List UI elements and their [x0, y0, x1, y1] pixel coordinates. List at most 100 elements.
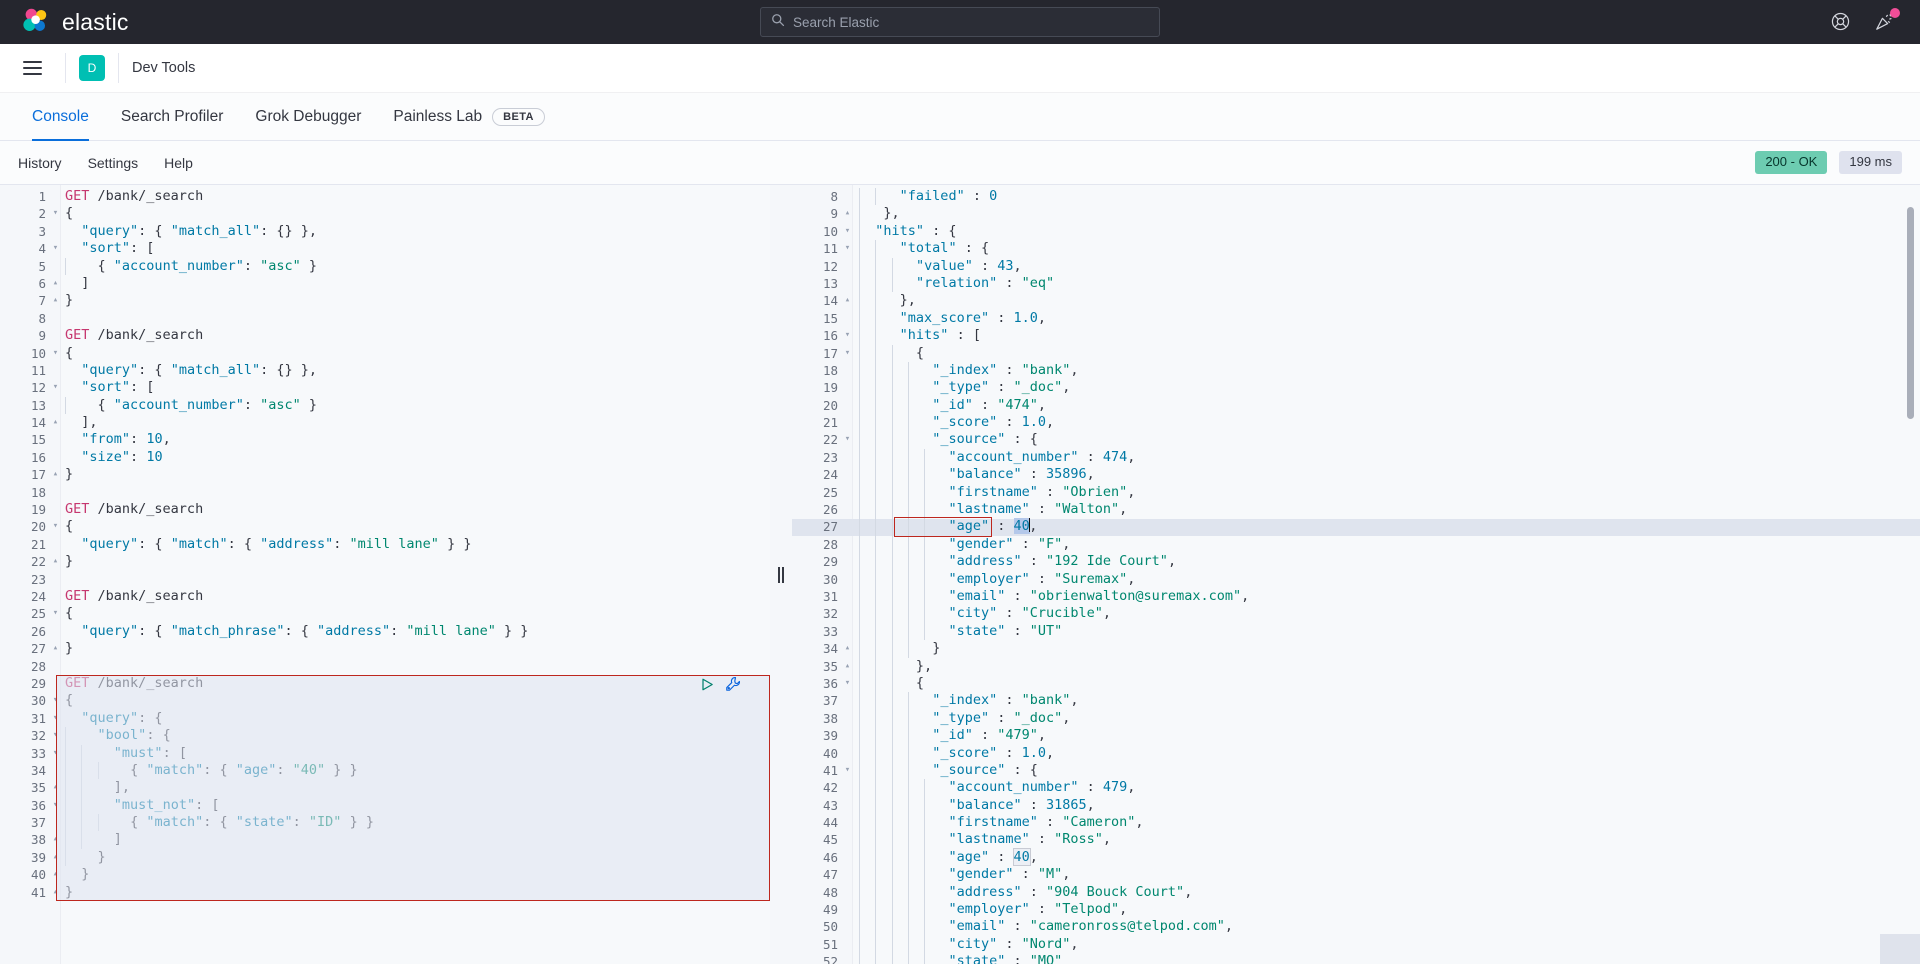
fold-toggle-icon[interactable]: ▴ — [50, 884, 61, 901]
code-line[interactable]: 35▴ ], — [0, 779, 770, 796]
tab-search-profiler[interactable]: Search Profiler — [105, 93, 240, 140]
code-line[interactable]: 27▴} — [0, 640, 770, 657]
code-line[interactable]: 33▾ "must": [ — [0, 745, 770, 762]
code-line[interactable]: 16▾ "hits" : [ — [792, 327, 1920, 344]
code-line[interactable]: 13 { "account_number": "asc" } — [0, 397, 770, 414]
code-line[interactable]: 28 "gender" : "F", — [792, 536, 1920, 553]
code-line[interactable]: 9▴ }, — [792, 205, 1920, 222]
code-line[interactable]: 31 "email" : "obrienwalton@suremax.com", — [792, 588, 1920, 605]
code-line[interactable]: 30 "employer" : "Suremax", — [792, 571, 1920, 588]
code-line[interactable]: 20 "_id" : "474", — [792, 397, 1920, 414]
code-line[interactable]: 15 "max_score" : 1.0, — [792, 310, 1920, 327]
menu-icon[interactable] — [12, 48, 52, 88]
code-line[interactable]: 12▾ "sort": [ — [0, 379, 770, 396]
pane-splitter[interactable] — [770, 185, 792, 964]
search-input-placeholder[interactable]: Search Elastic — [793, 15, 879, 30]
wrench-icon[interactable] — [725, 676, 741, 692]
tab-grok-debugger[interactable]: Grok Debugger — [239, 93, 377, 140]
code-line[interactable]: 25 "firstname" : "Obrien", — [792, 484, 1920, 501]
app-avatar[interactable]: D — [79, 55, 105, 81]
code-line[interactable]: 11▾ "total" : { — [792, 240, 1920, 257]
code-line[interactable]: 21 "_score" : 1.0, — [792, 414, 1920, 431]
fold-toggle-icon[interactable]: ▴ — [50, 866, 61, 883]
fold-toggle-icon[interactable]: ▾ — [50, 205, 61, 222]
code-line[interactable]: 42 "account_number" : 479, — [792, 779, 1920, 796]
code-line[interactable]: 48 "address" : "904 Bouck Court", — [792, 884, 1920, 901]
help-icon[interactable] — [1830, 11, 1852, 33]
code-line[interactable]: 8 "failed" : 0 — [792, 188, 1920, 205]
code-line[interactable]: 35▴ }, — [792, 658, 1920, 675]
code-line[interactable]: 14▴ }, — [792, 292, 1920, 309]
fold-toggle-icon[interactable]: ▾ — [50, 379, 61, 396]
fold-toggle-icon[interactable]: ▾ — [842, 675, 853, 692]
code-line[interactable]: 49 "employer" : "Telpod", — [792, 901, 1920, 918]
code-line[interactable]: 30▾{ — [0, 692, 770, 709]
request-editor[interactable]: 1GET /bank/_search2▾{3 "query": { "match… — [0, 185, 770, 964]
response-editor-pane[interactable]: 8 "failed" : 09▴ },10▾ "hits" : {11▾ "to… — [792, 185, 1920, 964]
code-line[interactable]: 39▴ } — [0, 849, 770, 866]
code-line[interactable]: 32▾ "bool": { — [0, 727, 770, 744]
code-line[interactable]: 23 — [0, 571, 770, 588]
request-editor-pane[interactable]: 1GET /bank/_search2▾{3 "query": { "match… — [0, 185, 770, 964]
settings-button[interactable]: Settings — [88, 155, 139, 171]
fold-toggle-icon[interactable]: ▴ — [842, 658, 853, 675]
fold-toggle-icon[interactable]: ▴ — [50, 292, 61, 309]
fold-toggle-icon[interactable]: ▴ — [50, 553, 61, 570]
fold-toggle-icon[interactable]: ▾ — [842, 431, 853, 448]
fold-toggle-icon[interactable]: ▾ — [50, 727, 61, 744]
code-line[interactable]: 7▴} — [0, 292, 770, 309]
code-line[interactable]: 28 — [0, 658, 770, 675]
global-search[interactable]: Search Elastic — [760, 7, 1160, 37]
fold-toggle-icon[interactable]: ▴ — [50, 831, 61, 848]
fold-toggle-icon[interactable]: ▾ — [50, 240, 61, 257]
code-line[interactable]: 18 "_index" : "bank", — [792, 362, 1920, 379]
fold-toggle-icon[interactable]: ▴ — [50, 640, 61, 657]
code-line[interactable]: 27 "age" : 40, — [792, 518, 1920, 535]
code-line[interactable]: 1GET /bank/_search — [0, 188, 770, 205]
code-line[interactable]: 50 "email" : "cameronross@telpod.com", — [792, 918, 1920, 935]
code-line[interactable]: 19 "_type" : "_doc", — [792, 379, 1920, 396]
fold-toggle-icon[interactable]: ▾ — [842, 762, 853, 779]
fold-toggle-icon[interactable]: ▾ — [50, 710, 61, 727]
code-line[interactable]: 11 "query": { "match_all": {} }, — [0, 362, 770, 379]
code-line[interactable]: 43 "balance" : 31865, — [792, 797, 1920, 814]
code-line[interactable]: 36▾ "must_not": [ — [0, 797, 770, 814]
fold-toggle-icon[interactable]: ▴ — [50, 414, 61, 431]
code-line[interactable]: 8 — [0, 310, 770, 327]
code-line[interactable]: 20▾{ — [0, 518, 770, 535]
code-line[interactable]: 5 { "account_number": "asc" } — [0, 258, 770, 275]
code-line[interactable]: 26 "query": { "match_phrase": { "address… — [0, 623, 770, 640]
code-line[interactable]: 40▴ } — [0, 866, 770, 883]
code-line[interactable]: 38 "_type" : "_doc", — [792, 710, 1920, 727]
code-line[interactable]: 9GET /bank/_search — [0, 327, 770, 344]
fold-toggle-icon[interactable]: ▴ — [50, 466, 61, 483]
fold-toggle-icon[interactable]: ▾ — [842, 345, 853, 362]
code-line[interactable]: 29GET /bank/_search — [0, 675, 770, 692]
fold-toggle-icon[interactable]: ▴ — [842, 292, 853, 309]
code-line[interactable]: 2▾{ — [0, 205, 770, 222]
code-line[interactable]: 23 "account_number" : 474, — [792, 449, 1920, 466]
code-line[interactable]: 13 "relation" : "eq" — [792, 275, 1920, 292]
code-line[interactable]: 4▾ "sort": [ — [0, 240, 770, 257]
code-line[interactable]: 17▴} — [0, 466, 770, 483]
fold-toggle-icon[interactable]: ▾ — [50, 797, 61, 814]
breadcrumb[interactable]: Dev Tools — [132, 60, 195, 76]
code-line[interactable]: 31▾ "query": { — [0, 710, 770, 727]
fold-toggle-icon[interactable]: ▾ — [50, 745, 61, 762]
code-line[interactable]: 38▴ ] — [0, 831, 770, 848]
fold-toggle-icon[interactable]: ▴ — [50, 275, 61, 292]
fold-toggle-icon[interactable]: ▾ — [50, 345, 61, 362]
code-line[interactable]: 21 "query": { "match": { "address": "mil… — [0, 536, 770, 553]
code-line[interactable]: 41▴} — [0, 884, 770, 901]
code-line[interactable]: 37 "_index" : "bank", — [792, 692, 1920, 709]
code-line[interactable]: 24GET /bank/_search — [0, 588, 770, 605]
fold-toggle-icon[interactable]: ▾ — [842, 240, 853, 257]
fold-toggle-icon[interactable]: ▾ — [50, 518, 61, 535]
elastic-brand[interactable]: elastic — [16, 8, 129, 36]
code-line[interactable]: 24 "balance" : 35896, — [792, 466, 1920, 483]
code-line[interactable]: 41▾ "_source" : { — [792, 762, 1920, 779]
code-line[interactable]: 33 "state" : "UT" — [792, 623, 1920, 640]
code-line[interactable]: 45 "lastname" : "Ross", — [792, 831, 1920, 848]
code-line[interactable]: 19GET /bank/_search — [0, 501, 770, 518]
code-line[interactable]: 15 "from": 10, — [0, 431, 770, 448]
